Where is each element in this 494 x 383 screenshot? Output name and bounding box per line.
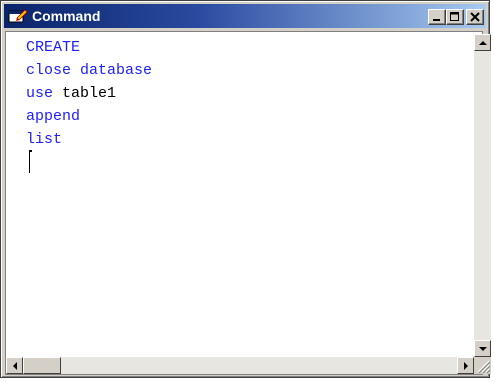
scroll-left-button[interactable] bbox=[6, 357, 23, 374]
command-line: append bbox=[26, 105, 152, 128]
command-keyword: use bbox=[26, 85, 54, 102]
resize-grip-icon bbox=[477, 360, 491, 374]
maximize-icon bbox=[450, 12, 459, 21]
command-argument: table1 bbox=[53, 85, 117, 102]
arrow-down-icon bbox=[478, 346, 487, 351]
command-window-icon bbox=[8, 8, 28, 24]
command-keyword: append bbox=[26, 108, 81, 125]
title-bar[interactable]: Command bbox=[4, 4, 486, 28]
command-keyword: close database bbox=[26, 62, 153, 79]
horizontal-scrollbar[interactable] bbox=[6, 357, 474, 374]
horizontal-scroll-thumb[interactable] bbox=[23, 357, 61, 374]
close-button[interactable] bbox=[466, 9, 484, 25]
command-text[interactable]: CREATE close database use table1 append … bbox=[26, 36, 152, 151]
resize-grip[interactable] bbox=[474, 357, 491, 374]
command-keyword: CREATE bbox=[26, 39, 81, 56]
vertical-scrollbar[interactable] bbox=[474, 34, 491, 360]
minimize-icon bbox=[433, 19, 440, 21]
text-caret bbox=[29, 150, 30, 173]
close-icon bbox=[470, 12, 480, 22]
command-line: list bbox=[26, 128, 152, 151]
scroll-up-button[interactable] bbox=[474, 34, 491, 51]
text-caret-tick bbox=[29, 150, 32, 152]
window-title: Command bbox=[32, 8, 101, 24]
scroll-right-button[interactable] bbox=[457, 357, 474, 374]
arrow-right-icon bbox=[463, 361, 468, 370]
arrow-up-icon bbox=[478, 40, 487, 45]
minimize-button[interactable] bbox=[428, 9, 446, 25]
command-line: close database bbox=[26, 59, 152, 82]
maximize-button[interactable] bbox=[446, 9, 464, 25]
scroll-down-button[interactable] bbox=[474, 340, 491, 357]
command-line: use table1 bbox=[26, 82, 152, 105]
arrow-left-icon bbox=[12, 361, 17, 370]
command-keyword: list bbox=[26, 131, 63, 148]
command-line: CREATE bbox=[26, 36, 152, 59]
